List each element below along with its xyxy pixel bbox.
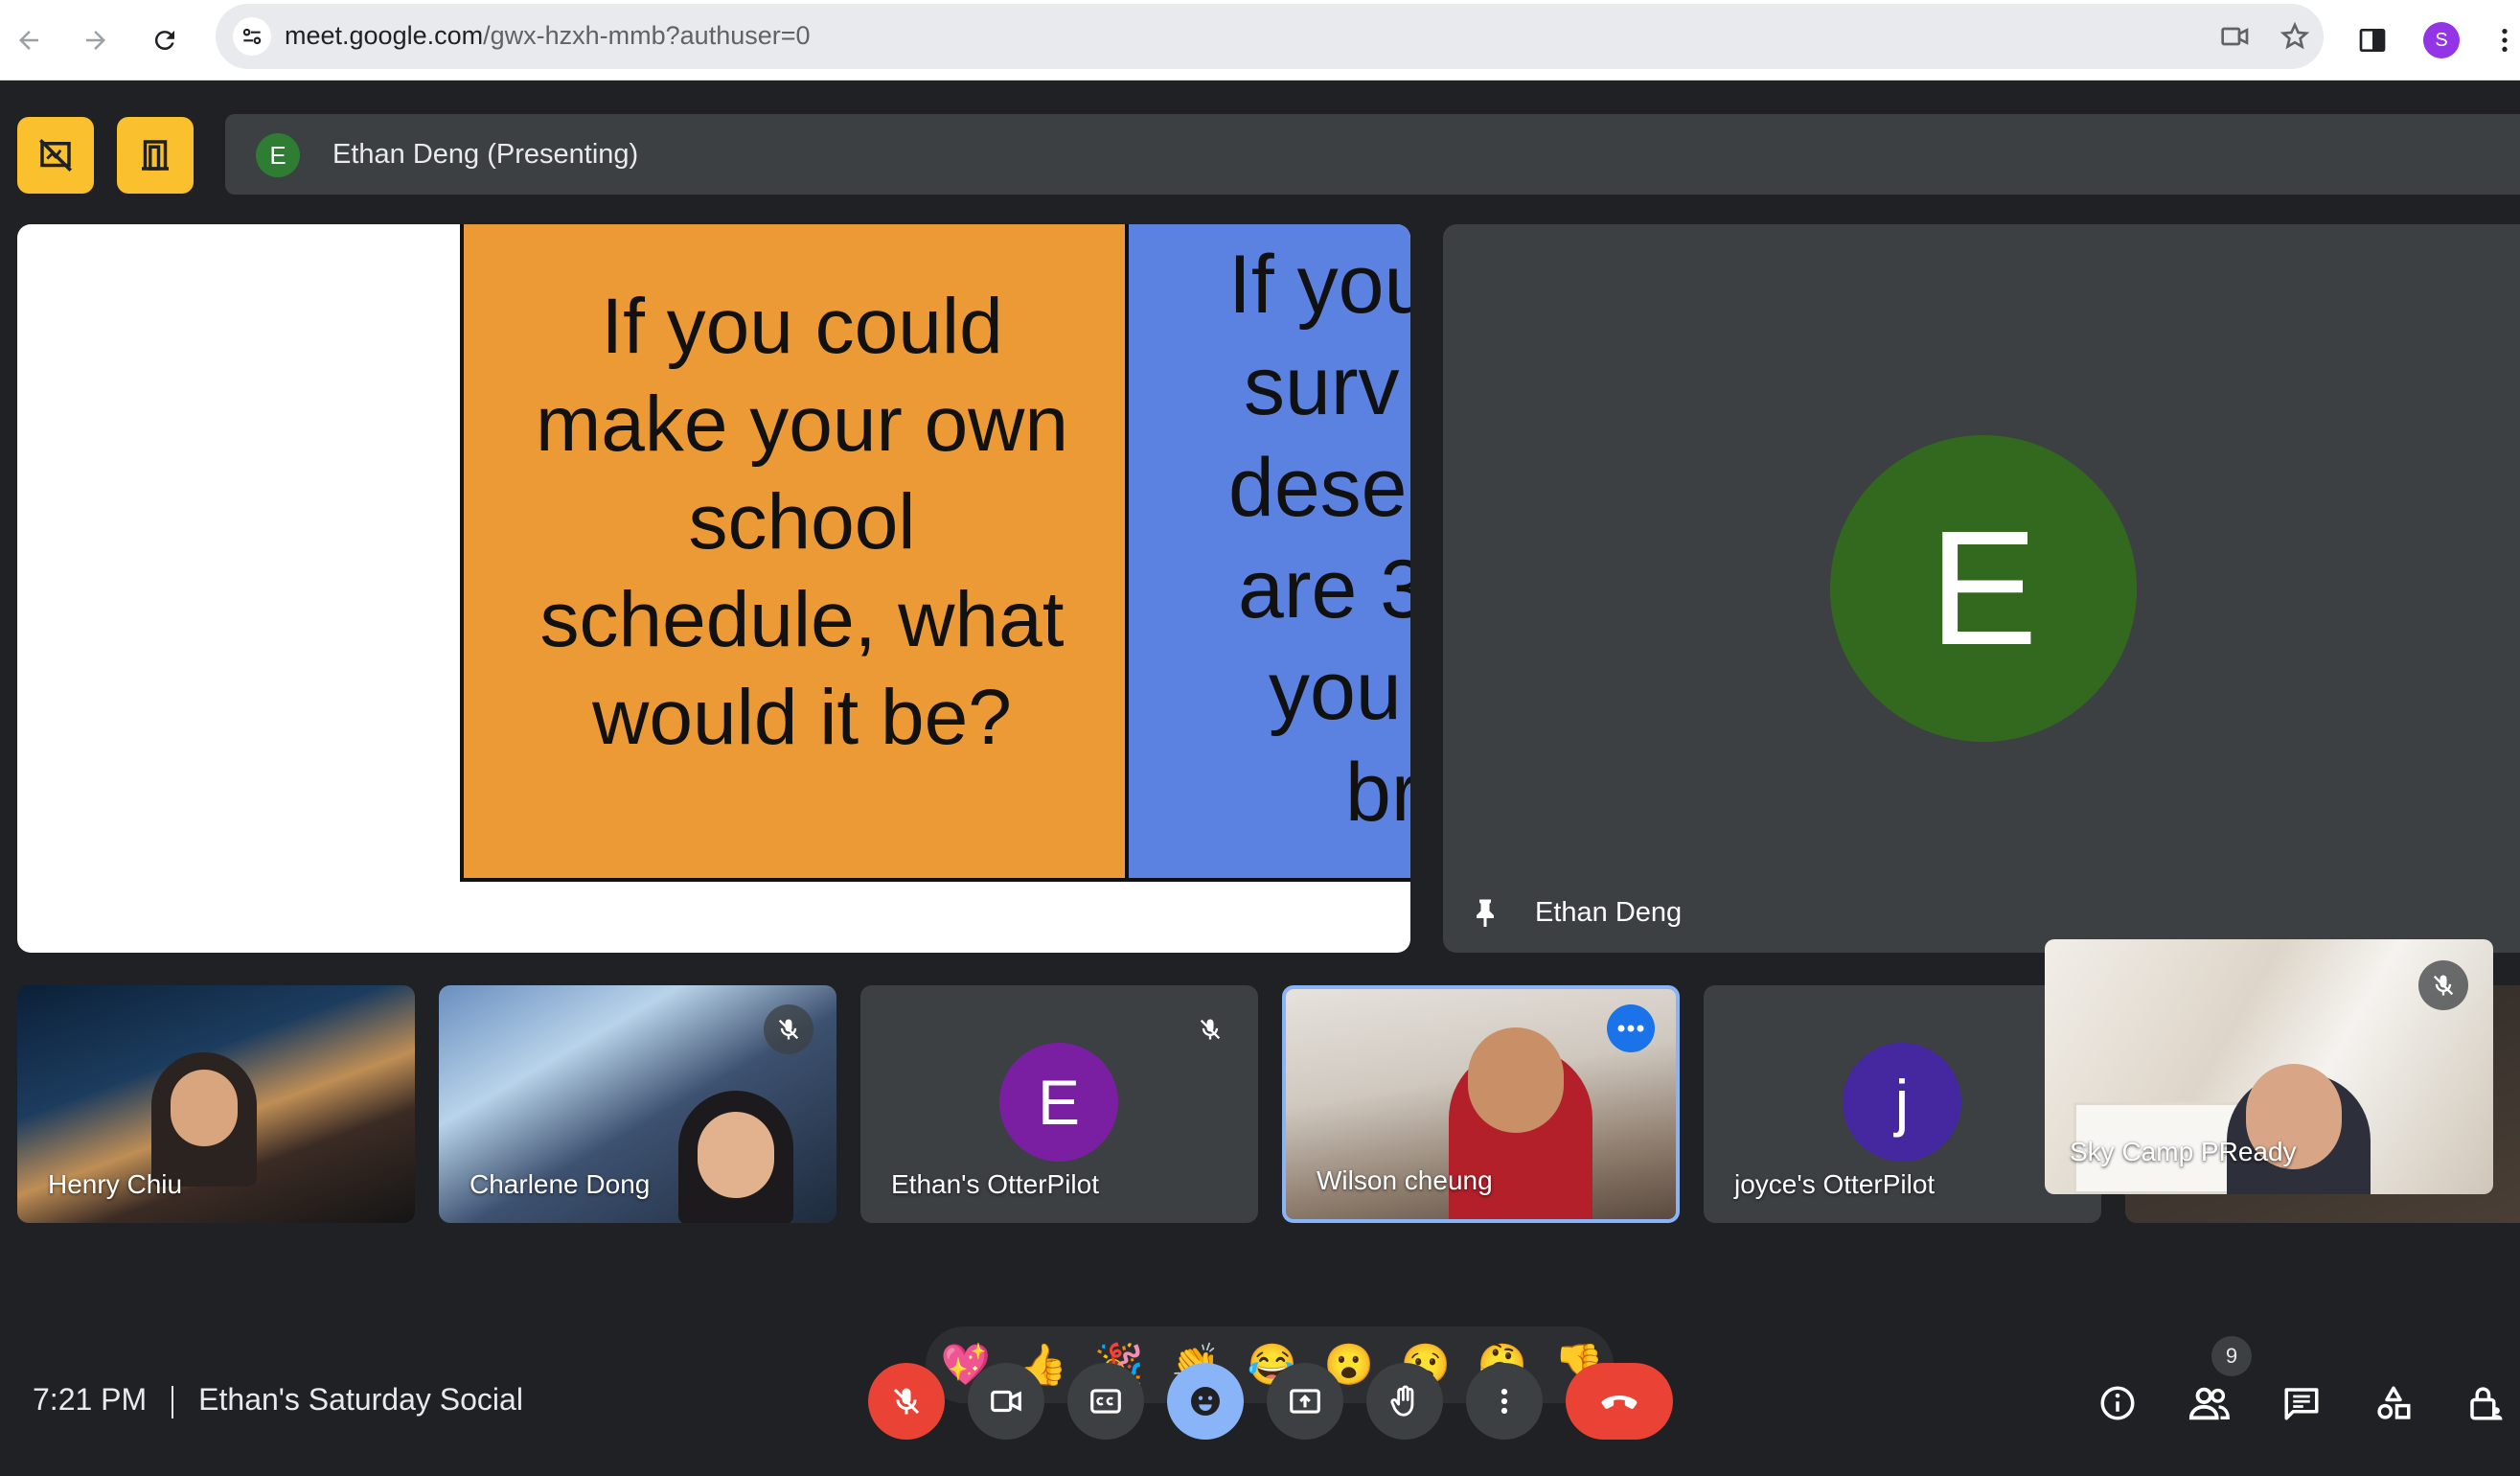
mic-off-icon — [1185, 1004, 1235, 1054]
browser-menu-icon[interactable] — [2489, 17, 2520, 63]
card-line: If you — [1228, 239, 1410, 331]
participant-tile[interactable]: Charlene Dong — [439, 985, 836, 1223]
chat-icon — [2284, 1388, 2319, 1420]
participant-tile[interactable]: j joyce's OtterPilot — [1704, 985, 2101, 1223]
breakout-room-icon[interactable] — [117, 117, 194, 194]
address-bar[interactable]: meet.google.com/gwx-hzxh-mmb?authuser=0 — [216, 4, 2324, 69]
mic-off-icon — [764, 1004, 813, 1054]
shared-screen[interactable]: If you could make your own school schedu… — [17, 224, 1410, 953]
meeting-details: 7:21 PM Ethan's Saturday Social — [33, 1382, 523, 1418]
card-line: surv — [1244, 340, 1400, 432]
presenting-banner: E Ethan Deng (Presenting) — [225, 114, 2520, 195]
participant-face — [171, 1070, 238, 1146]
captions-button[interactable] — [1067, 1363, 1144, 1440]
lock-person-icon — [2470, 1387, 2503, 1420]
participant-face — [698, 1112, 774, 1198]
camera-toggle-button[interactable] — [968, 1363, 1044, 1440]
more-vert-icon — [1501, 1388, 1508, 1415]
raise-hand-button[interactable] — [1366, 1363, 1443, 1440]
pin-icon[interactable] — [1462, 889, 1508, 935]
forward-icon[interactable] — [73, 17, 119, 63]
people-icon — [2188, 1387, 2230, 1420]
card-line: dese — [1228, 442, 1408, 534]
card-line: br — [1345, 747, 1410, 839]
camera-in-use-icon[interactable] — [2216, 17, 2255, 56]
present-screen-button[interactable] — [1267, 1363, 1343, 1440]
speaker-avatar: E — [1830, 435, 2137, 742]
bookmark-star-icon[interactable] — [2276, 17, 2314, 56]
participant-tile-active-speaker[interactable]: Wilson cheung — [1282, 985, 1680, 1223]
card-line: you — [1269, 645, 1402, 737]
profile-avatar[interactable]: S — [2418, 17, 2464, 63]
participant-name: joyce's OtterPilot — [1734, 1169, 1936, 1199]
chat-button[interactable] — [2275, 1376, 2328, 1430]
profile-initial: S — [2423, 22, 2460, 58]
participant-avatar: j — [1843, 1043, 1961, 1162]
speaker-name: Ethan Deng — [1535, 897, 1683, 928]
participant-name: Sky Camp PReady — [2070, 1137, 2297, 1166]
info-icon — [2100, 1386, 2135, 1420]
meeting-details-button[interactable] — [2091, 1376, 2144, 1430]
video-camera-icon — [991, 1390, 1021, 1413]
participant-name: Wilson cheung — [1317, 1165, 1493, 1195]
card-line: schedule, what — [539, 576, 1065, 663]
more-options-icon[interactable] — [1607, 1004, 1655, 1052]
send-reaction-button[interactable] — [1167, 1363, 1244, 1440]
emoji-icon — [1191, 1387, 1220, 1416]
card-line: make your own — [535, 381, 1069, 468]
card-line: If you could — [601, 283, 1003, 370]
more-options-button[interactable] — [1466, 1363, 1543, 1440]
card-line: are 3 — [1238, 543, 1410, 635]
participant-name: Henry Chiu — [48, 1169, 183, 1199]
mic-off-icon — [2418, 960, 2468, 1010]
meet-stage: E Ethan Deng (Presenting) If you could m… — [0, 81, 2520, 1476]
clock-time: 7:21 PM — [33, 1382, 148, 1417]
site-settings-icon[interactable] — [233, 17, 271, 56]
floating-video-tile[interactable]: Sky Camp PReady — [2045, 939, 2493, 1194]
back-icon[interactable] — [6, 17, 52, 63]
closed-captions-icon — [1090, 1389, 1121, 1414]
card-line: would it be? — [592, 674, 1012, 761]
url-text: meet.google.com/gwx-hzxh-mmb?authuser=0 — [285, 21, 811, 50]
activities-button[interactable] — [2367, 1376, 2420, 1430]
divider — [172, 1385, 174, 1418]
orange-card-text: If you could make your own school schedu… — [464, 278, 1140, 767]
meeting-title: Ethan's Saturday Social — [198, 1382, 523, 1417]
browser-toolbar: meet.google.com/gwx-hzxh-mmb?authuser=0 … — [0, 0, 2520, 81]
activities-shapes-icon — [2377, 1386, 2411, 1419]
participant-face — [1468, 1027, 1564, 1133]
microphone-toggle-button[interactable] — [868, 1363, 945, 1440]
participant-tile[interactable]: E Ethan's OtterPilot — [860, 985, 1258, 1223]
presenting-label: Ethan Deng (Presenting) — [332, 139, 639, 170]
people-count-badge: 9 — [2211, 1336, 2252, 1376]
participant-avatar: E — [999, 1043, 1118, 1162]
pinned-speaker-tile[interactable]: E Ethan Deng — [1443, 224, 2520, 953]
card-line: school — [688, 478, 916, 565]
blue-card-text: If you surv dese are 3 you br — [1228, 234, 1410, 843]
mic-off-icon — [893, 1388, 920, 1415]
present-to-all-icon — [1290, 1389, 1320, 1414]
hand-icon — [1390, 1385, 1414, 1417]
stop-presentation-view-icon[interactable] — [17, 117, 94, 194]
participant-tile[interactable]: Henry Chiu — [17, 985, 415, 1223]
presenter-avatar: E — [256, 133, 300, 177]
reload-icon[interactable] — [142, 17, 188, 63]
participant-name: Ethan's OtterPilot — [891, 1169, 1099, 1199]
call-end-icon — [1601, 1395, 1638, 1409]
host-controls-button[interactable] — [2459, 1376, 2512, 1430]
participant-name: Charlene Dong — [470, 1169, 651, 1199]
side-panel-icon[interactable] — [2349, 17, 2395, 63]
leave-call-button[interactable] — [1566, 1363, 1673, 1440]
show-everyone-button[interactable] — [2183, 1376, 2236, 1430]
